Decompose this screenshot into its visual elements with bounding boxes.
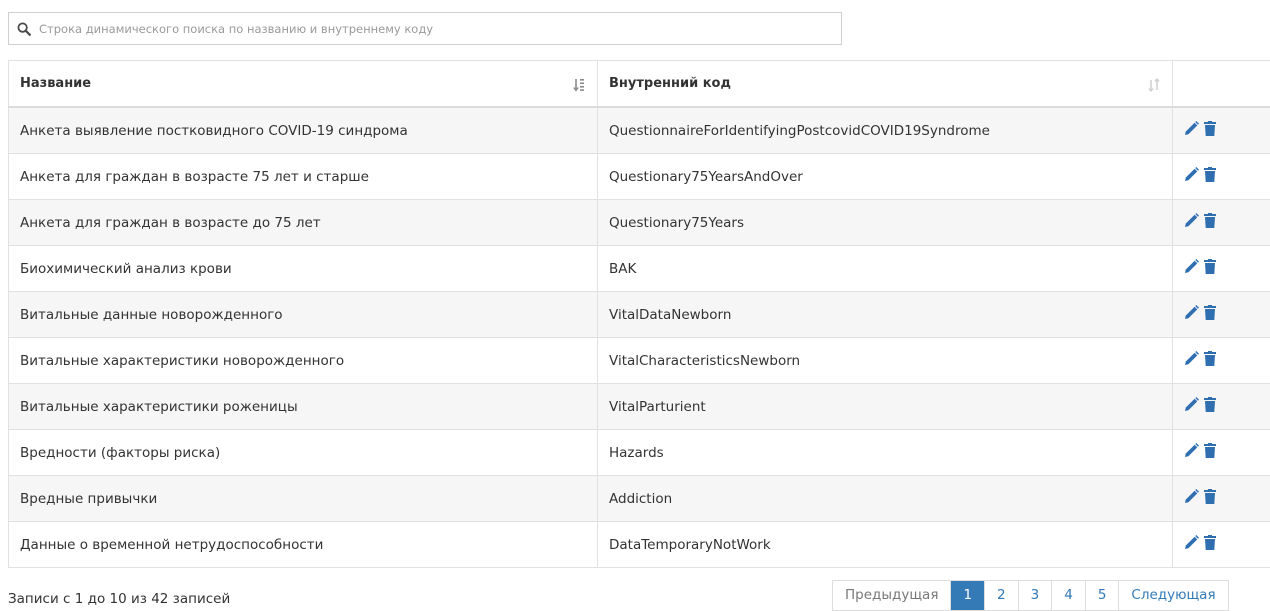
table-row: Данные о временной нетрудоспособности Dat…: [8, 521, 1270, 568]
cell-code: BAK: [597, 245, 1173, 292]
table-row: Витальные характеристики роженицы VitalPa…: [8, 383, 1270, 430]
trash-icon[interactable]: [1204, 535, 1216, 554]
pencil-icon[interactable]: [1184, 167, 1199, 186]
table-row: Анкета для граждан в возрасте до 75 лет Q…: [8, 199, 1270, 246]
cell-actions: [1172, 199, 1270, 246]
cell-name: Данные о временной нетрудоспособности: [8, 521, 598, 568]
trash-icon[interactable]: [1204, 121, 1216, 140]
pagination-page-4[interactable]: 4: [1052, 581, 1086, 610]
cell-name: Вредные привычки: [8, 475, 598, 522]
cell-code: Questionary75Years: [597, 199, 1173, 246]
cell-name: Анкета для граждан в возрасте до 75 лет: [8, 199, 598, 246]
cell-name: Витальные характеристики роженицы: [8, 383, 598, 430]
pagination-next[interactable]: Следующая: [1119, 581, 1228, 610]
cell-actions: [1172, 153, 1270, 200]
trash-icon[interactable]: [1204, 397, 1216, 416]
column-header-actions: [1172, 60, 1270, 108]
pencil-icon[interactable]: [1184, 351, 1199, 370]
search-input[interactable]: [37, 13, 841, 44]
table-header-row: Название Внутренний код: [8, 60, 1270, 108]
trash-icon[interactable]: [1204, 305, 1216, 324]
pencil-icon[interactable]: [1184, 213, 1199, 232]
cell-code: VitalDataNewborn: [597, 291, 1173, 338]
cell-actions: [1172, 291, 1270, 338]
cell-name: Анкета выявление постковидного COVID-19 …: [8, 107, 598, 154]
pagination-page-2[interactable]: 2: [985, 581, 1019, 610]
cell-actions: [1172, 521, 1270, 568]
pencil-icon[interactable]: [1184, 259, 1199, 278]
cell-actions: [1172, 429, 1270, 476]
trash-icon[interactable]: [1204, 259, 1216, 278]
table-row: Биохимический анализ крови BAK: [8, 245, 1270, 292]
sort-icon[interactable]: [1148, 78, 1160, 92]
pencil-icon[interactable]: [1184, 489, 1199, 508]
trash-icon[interactable]: [1204, 167, 1216, 186]
cell-actions: [1172, 245, 1270, 292]
table-row: Вредности (факторы риска) Hazards: [8, 429, 1270, 476]
pencil-icon[interactable]: [1184, 443, 1199, 462]
records-table: Название Внутренний код Анкета выявление…: [8, 60, 1270, 568]
pagination-page-1[interactable]: 1: [951, 581, 986, 610]
cell-code: VitalParturient: [597, 383, 1173, 430]
pencil-icon[interactable]: [1184, 305, 1199, 324]
cell-code: QuestionnaireForIdentifyingPostcovidCOVI…: [597, 107, 1173, 154]
cell-actions: [1172, 475, 1270, 522]
cell-name: Витальные характеристики новорожденного: [8, 337, 598, 384]
pagination: Предыдущая 1 2 3 4 5 Следующая: [832, 580, 1229, 611]
sort-alpha-icon[interactable]: [573, 78, 585, 92]
search-box[interactable]: [8, 12, 842, 45]
cell-code: VitalCharacteristicsNewborn: [597, 337, 1173, 384]
pagination-page-5[interactable]: 5: [1085, 581, 1120, 610]
pagination-page-3[interactable]: 3: [1018, 581, 1053, 610]
table-row: Витальные характеристики новорожденного V…: [8, 337, 1270, 384]
pencil-icon[interactable]: [1184, 535, 1199, 554]
trash-icon[interactable]: [1204, 213, 1216, 232]
trash-icon[interactable]: [1204, 443, 1216, 462]
cell-code: DataTemporaryNotWork: [597, 521, 1173, 568]
cell-name: Витальные данные новорожденного: [8, 291, 598, 338]
cell-code: Hazards: [597, 429, 1173, 476]
column-header-label: Внутренний код: [609, 76, 731, 91]
table-row: Витальные данные новорожденного VitalData…: [8, 291, 1270, 338]
pencil-icon[interactable]: [1184, 121, 1199, 140]
cell-actions: [1172, 383, 1270, 430]
pagination-prev[interactable]: Предыдущая: [833, 581, 952, 610]
cell-code: Addiction: [597, 475, 1173, 522]
table-row: Вредные привычки Addiction: [8, 475, 1270, 522]
cell-actions: [1172, 107, 1270, 154]
records-info: Записи с 1 до 10 из 42 записей: [8, 591, 231, 607]
column-header-code[interactable]: Внутренний код: [597, 60, 1173, 108]
cell-name: Анкета для граждан в возрасте 75 лет и с…: [8, 153, 598, 200]
table-row: Анкета для граждан в возрасте 75 лет и с…: [8, 153, 1270, 200]
cell-name: Вредности (факторы риска): [8, 429, 598, 476]
pencil-icon[interactable]: [1184, 397, 1199, 416]
cell-code: Questionary75YearsAndOver: [597, 153, 1173, 200]
column-header-label: Название: [20, 76, 92, 91]
trash-icon[interactable]: [1204, 489, 1216, 508]
cell-name: Биохимический анализ крови: [8, 245, 598, 292]
trash-icon[interactable]: [1204, 351, 1216, 370]
column-header-name[interactable]: Название: [8, 60, 598, 108]
table-row: Анкета выявление постковидного COVID-19 …: [8, 107, 1270, 154]
search-icon: [15, 20, 33, 38]
cell-actions: [1172, 337, 1270, 384]
